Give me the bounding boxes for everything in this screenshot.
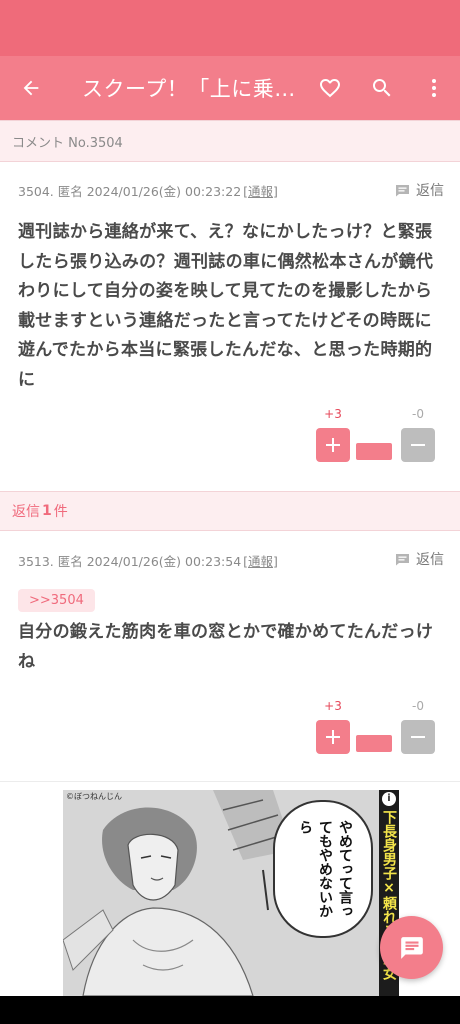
search-icon (373, 79, 391, 97)
plus-count: +3 (324, 699, 342, 713)
manga-ad-banner[interactable]: ©ぼつねんじん やめてって言ってもやめないから 下長身男子×頼れる先輩女 i (63, 790, 399, 996)
plus-icon (326, 730, 340, 744)
reply-button[interactable]: 返信 (395, 180, 444, 200)
vote-area: +3 -0 (18, 395, 442, 491)
plus-button[interactable] (316, 428, 350, 462)
info-icon[interactable]: i (382, 792, 396, 806)
plus-vote: +3 (316, 405, 350, 462)
more-vert-icon (432, 79, 436, 97)
comment-item: 3504. 匿名 2024/01/26(金) 00:23:22 [通報] 返信 … (0, 162, 460, 491)
search-button[interactable] (356, 56, 408, 120)
comment-icon (396, 553, 409, 565)
reply-body: 自分の鍛えた筋肉を車の窓とかで確かめてたんだっけね (18, 622, 434, 672)
arrow-back-icon (23, 80, 39, 96)
minus-icon (411, 444, 425, 446)
overflow-menu-button[interactable] (408, 56, 460, 120)
minus-vote: -0 (401, 697, 435, 754)
minus-button[interactable] (401, 720, 435, 754)
ad-credit: ©ぼつねんじん (66, 792, 122, 801)
comment-meta-text: 3504. 匿名 2024/01/26(金) 00:23:22 (18, 183, 242, 199)
replies-count: 1 (42, 503, 52, 519)
plus-button[interactable] (316, 720, 350, 754)
back-button[interactable] (0, 56, 62, 120)
comment-body: 週刊誌から連絡が来て、え？なにかしたっけ？と緊張したら張り込みの？週刊誌の車に偶… (18, 222, 434, 390)
reply-button[interactable]: 返信 (395, 549, 444, 569)
plus-count: +3 (324, 407, 342, 421)
replies-suffix: 件 (53, 504, 68, 520)
vote-ratio-bar (356, 735, 392, 752)
comment-fab[interactable] (380, 916, 443, 979)
reply-meta: 3513. 匿名 2024/01/26(金) 00:23:54 [通報] (18, 531, 442, 589)
chat-bubble-icon (400, 936, 423, 959)
app-bar: スクープ！「上に乗… (0, 56, 460, 120)
favorite-button[interactable] (304, 56, 356, 120)
minus-vote: -0 (401, 405, 435, 462)
system-nav-bar (0, 996, 460, 1024)
replies-prefix: 返信 (12, 504, 40, 520)
page-title: スクープ！「上に乗… (82, 77, 296, 101)
speech-text: やめてって言ってもやめないから (297, 820, 353, 918)
comment-number-header: コメント No.3504 (0, 120, 460, 162)
reply-meta-text: 3513. 匿名 2024/01/26(金) 00:23:54 (18, 553, 242, 569)
comment-meta: 3504. 匿名 2024/01/26(金) 00:23:22 [通報] (18, 162, 442, 218)
divider (0, 781, 460, 782)
heart-outline-icon (320, 79, 340, 98)
plus-vote: +3 (316, 697, 350, 754)
minus-button[interactable] (401, 428, 435, 462)
reply-label: 返信 (416, 552, 444, 568)
replies-header: 返信 1 件 (0, 491, 460, 531)
anchor-link[interactable]: >>3504 (18, 589, 95, 612)
reply-label: 返信 (416, 183, 444, 199)
report-link[interactable]: [通報] (243, 181, 278, 200)
plus-icon (326, 438, 340, 452)
status-bar (0, 0, 460, 56)
reply-item: 3513. 匿名 2024/01/26(金) 00:23:54 [通報] 返信 … (0, 531, 460, 781)
minus-count: -0 (412, 699, 424, 713)
minus-icon (411, 736, 425, 738)
report-link[interactable]: [通報] (243, 551, 278, 570)
vote-ratio-bar (356, 443, 392, 460)
minus-count: -0 (412, 407, 424, 421)
vote-area: +3 -0 (18, 677, 442, 781)
comment-icon (396, 184, 409, 196)
